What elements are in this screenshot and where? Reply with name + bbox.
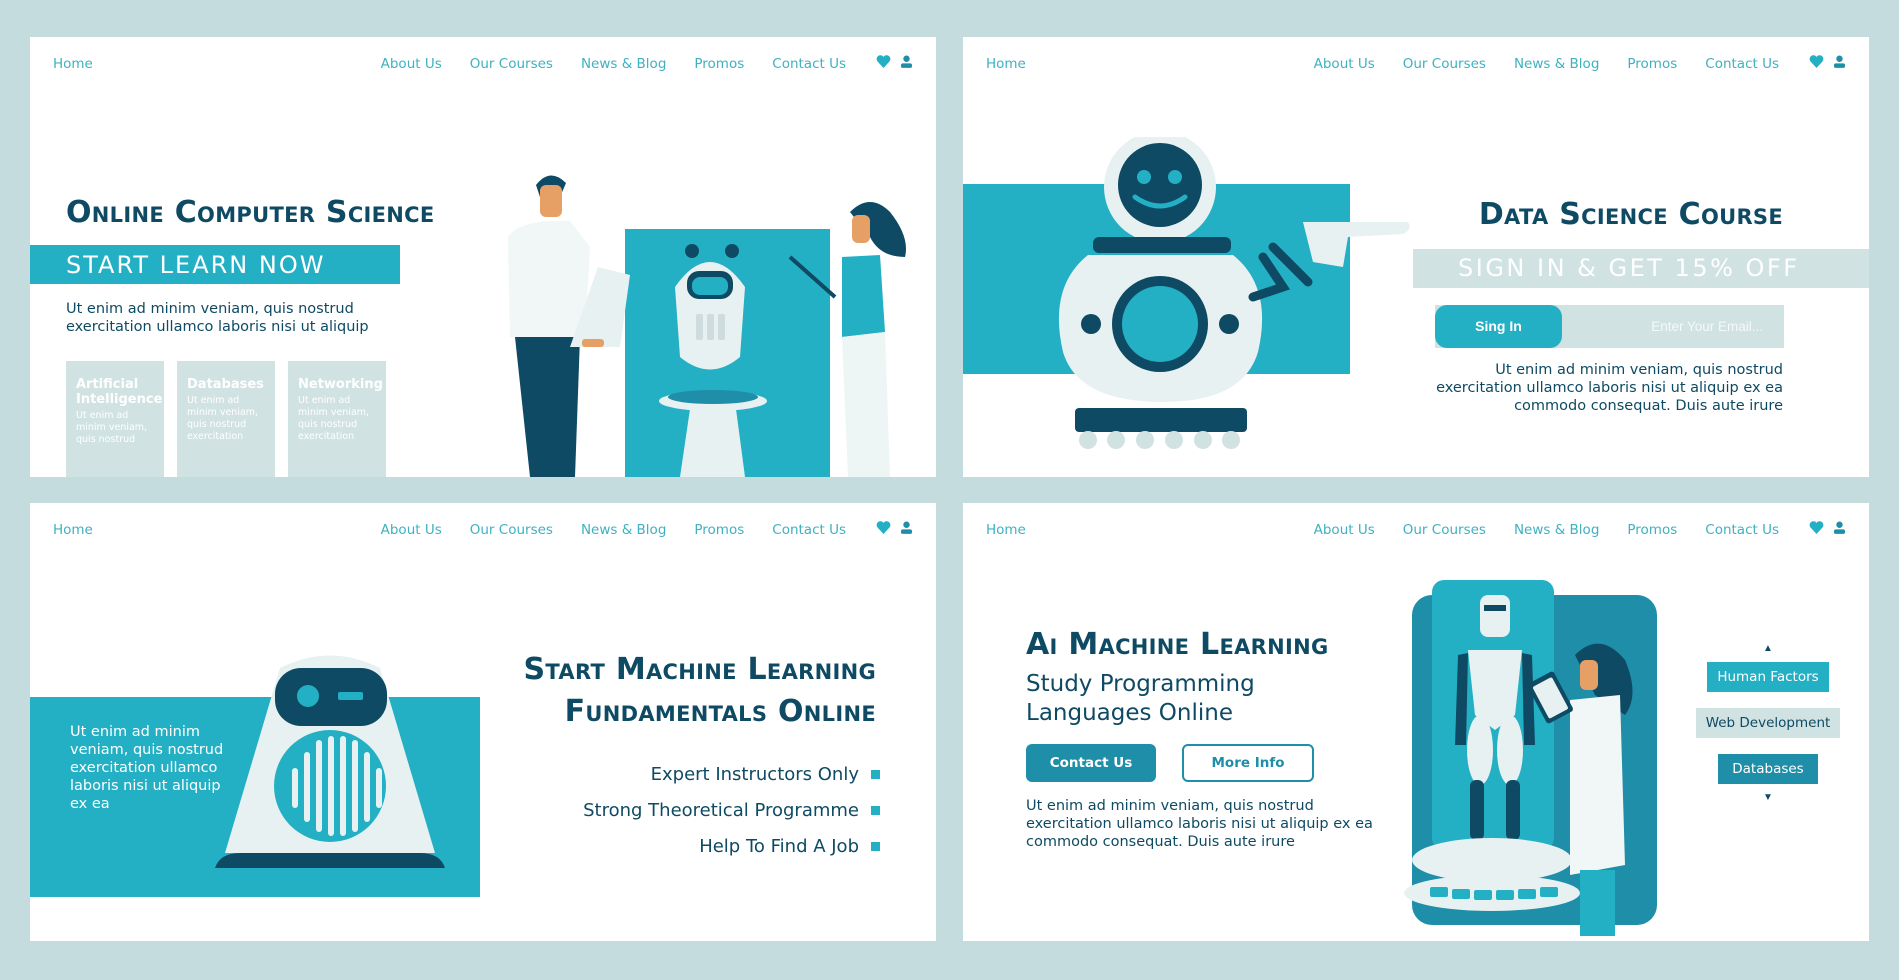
- heart-icon[interactable]: [1809, 55, 1824, 68]
- landing-panel-ml-fundamentals: Home About Us Our Courses News & Blog Pr…: [30, 503, 936, 941]
- nav-news-link[interactable]: News & Blog: [1514, 522, 1599, 538]
- course-card-networking[interactable]: Networking Ut enim ad minim veniam, quis…: [288, 361, 386, 477]
- user-icon[interactable]: [901, 55, 912, 68]
- card-title: Artificial Intelligence: [76, 377, 163, 407]
- nav-courses-link[interactable]: Our Courses: [470, 522, 553, 538]
- panel-title: Data Science Course: [1478, 197, 1783, 232]
- nav-news-link[interactable]: News & Blog: [581, 56, 666, 72]
- top-nav: Home About Us Our Courses News & Blog Pr…: [30, 37, 936, 93]
- nav-contact-link[interactable]: Contact Us: [1705, 522, 1779, 538]
- feature-list: Expert Instructors Only Strong Theoretic…: [583, 756, 880, 864]
- topic-tag-human-factors[interactable]: Human Factors: [1707, 662, 1829, 692]
- user-icon[interactable]: [1834, 55, 1845, 68]
- bullet-square-icon: [871, 841, 880, 851]
- robot-figure: [1058, 137, 1410, 449]
- card-title: Databases: [187, 377, 264, 392]
- nav-about-link[interactable]: About Us: [1314, 522, 1375, 538]
- card-text: Ut enim ad minim veniam, quis nostrud ex…: [298, 395, 370, 442]
- email-input[interactable]: [1575, 305, 1775, 348]
- panel-subtitle: Study Programming Languages Online: [1026, 671, 1255, 726]
- top-nav: Home About Us Our Courses News & Blog Pr…: [963, 37, 1869, 93]
- panel-title: Online Computer Science: [66, 195, 435, 230]
- panel-title: Ai Machine Learning: [1026, 627, 1329, 662]
- heart-icon[interactable]: [1809, 521, 1824, 534]
- scroll-up-arrow-icon[interactable]: ▲: [1763, 643, 1773, 654]
- topic-carousel: ▲ Human Factors Web Development Database…: [1688, 643, 1848, 803]
- nav-about-link[interactable]: About Us: [381, 56, 442, 72]
- feature-label: Expert Instructors Only: [650, 763, 859, 785]
- nav-about-link[interactable]: About Us: [381, 522, 442, 538]
- sign-in-button[interactable]: Sing In: [1435, 305, 1562, 348]
- nav-home-link[interactable]: Home: [53, 522, 93, 538]
- bullet-square-icon: [871, 805, 880, 815]
- card-title: Networking: [298, 377, 383, 392]
- people-with-robot-illustration: [508, 175, 906, 477]
- feature-item: Help To Find A Job: [583, 828, 880, 864]
- nav-links: About Us Our Courses News & Blog Promos …: [381, 522, 846, 538]
- top-nav: Home About Us Our Courses News & Blog Pr…: [963, 503, 1869, 559]
- top-nav: Home About Us Our Courses News & Blog Pr…: [30, 503, 936, 559]
- panel-description: Ut enim ad minim veniam, quis nostrud ex…: [1436, 362, 1783, 414]
- user-icon[interactable]: [1834, 521, 1845, 534]
- user-icon[interactable]: [901, 521, 912, 534]
- landing-panel-data-science: Home About Us Our Courses News & Blog Pr…: [963, 37, 1869, 477]
- course-card-ai[interactable]: Artificial Intelligence Ut enim ad minim…: [66, 361, 164, 477]
- scroll-down-arrow-icon[interactable]: ▼: [1763, 792, 1773, 803]
- nav-contact-link[interactable]: Contact Us: [1705, 56, 1779, 72]
- title-line-1: Start Machine Learning: [523, 652, 876, 687]
- panel-description: Ut enim ad minim veniam, quis nostrud ex…: [66, 301, 369, 335]
- nav-courses-link[interactable]: Our Courses: [1403, 56, 1486, 72]
- nav-links: About Us Our Courses News & Blog Promos …: [1314, 56, 1779, 72]
- nav-news-link[interactable]: News & Blog: [1514, 56, 1599, 72]
- heart-icon[interactable]: [876, 521, 891, 534]
- signin-form: Sing In: [1435, 305, 1784, 348]
- title-line-2: Fundamentals Online: [564, 694, 876, 729]
- more-info-button[interactable]: More Info: [1182, 744, 1314, 782]
- discount-banner: SIGN IN & GET 15% OFF: [1413, 249, 1869, 288]
- nav-promos-link[interactable]: Promos: [1627, 56, 1677, 72]
- nav-promos-link[interactable]: Promos: [694, 56, 744, 72]
- nav-home-link[interactable]: Home: [986, 522, 1026, 538]
- course-cards: Artificial Intelligence Ut enim ad minim…: [66, 361, 386, 477]
- robot-lab-illustration: [1404, 580, 1657, 936]
- topic-tag-web-development[interactable]: Web Development: [1695, 708, 1841, 738]
- man-with-laptop: [508, 175, 630, 477]
- nav-home-link[interactable]: Home: [986, 56, 1026, 72]
- nav-links: About Us Our Courses News & Blog Promos …: [1314, 522, 1779, 538]
- contact-us-button[interactable]: Contact Us: [1026, 744, 1156, 782]
- nav-courses-link[interactable]: Our Courses: [470, 56, 553, 72]
- feature-item: Strong Theoretical Programme: [583, 792, 880, 828]
- speaker-robot-illustration: [215, 655, 445, 868]
- nav-courses-link[interactable]: Our Courses: [1403, 522, 1486, 538]
- topic-tag-databases[interactable]: Databases: [1718, 754, 1818, 784]
- heart-icon[interactable]: [876, 55, 891, 68]
- nav-home-link[interactable]: Home: [53, 56, 93, 72]
- pointing-robot-illustration: [963, 137, 1410, 449]
- feature-item: Expert Instructors Only: [583, 756, 880, 792]
- nav-links: About Us Our Courses News & Blog Promos …: [381, 56, 846, 72]
- feature-label: Help To Find A Job: [699, 835, 859, 857]
- panel-title: Start Machine Learning Fundamentals Onli…: [523, 649, 876, 733]
- nav-about-link[interactable]: About Us: [1314, 56, 1375, 72]
- nav-promos-link[interactable]: Promos: [1627, 522, 1677, 538]
- card-text: Ut enim ad minim veniam, quis nostrud ex…: [187, 395, 259, 442]
- nav-contact-link[interactable]: Contact Us: [772, 56, 846, 72]
- card-text: Ut enim ad minim veniam, quis nostrud: [76, 410, 148, 445]
- feature-label: Strong Theoretical Programme: [583, 799, 859, 821]
- start-learn-banner[interactable]: START LEARN NOW: [30, 245, 400, 284]
- landing-panel-ai-ml: Home About Us Our Courses News & Blog Pr…: [963, 503, 1869, 941]
- nav-contact-link[interactable]: Contact Us: [772, 522, 846, 538]
- course-card-databases[interactable]: Databases Ut enim ad minim veniam, quis …: [177, 361, 275, 477]
- panel-description: Ut enim ad minim veniam, quis nostrud ex…: [1026, 798, 1373, 850]
- bullet-square-icon: [871, 769, 880, 779]
- nav-news-link[interactable]: News & Blog: [581, 522, 666, 538]
- nav-promos-link[interactable]: Promos: [694, 522, 744, 538]
- landing-panel-computer-science: Home About Us Our Courses News & Blog Pr…: [30, 37, 936, 477]
